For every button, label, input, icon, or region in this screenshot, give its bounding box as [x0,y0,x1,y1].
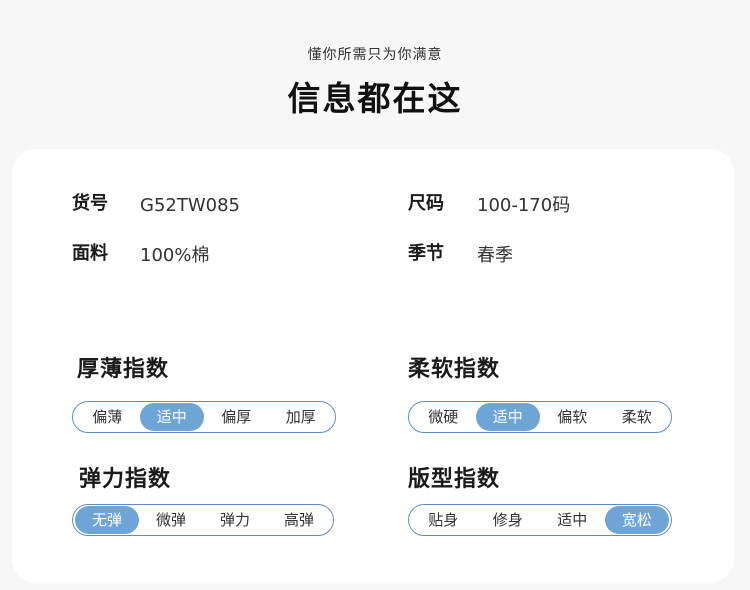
item-no-value: G52TW085 [140,195,241,216]
elasticity-option[interactable]: 无弹 [75,506,139,534]
fit-option[interactable]: 修身 [476,506,541,534]
elasticity-option[interactable]: 弹力 [203,506,267,534]
item-no-label: 货号 [72,193,108,214]
softness-option[interactable]: 适中 [475,403,540,431]
thickness-index-title: 厚薄指数 [77,357,170,382]
fit-option[interactable]: 适中 [540,506,605,534]
thickness-option[interactable]: 加厚 [269,403,334,431]
thickness-scale: 偏薄 适中 偏厚 加厚 [72,401,336,433]
season-label: 季节 [408,243,444,264]
fit-scale: 贴身 修身 适中 宽松 [408,504,672,536]
page-title: 信息都在这 [287,79,463,118]
softness-option[interactable]: 柔软 [605,403,670,431]
softness-scale: 微硬 适中 偏软 柔软 [408,401,672,433]
info-card: 货号 G52TW085 尺码 100-170码 面料 100%棉 季节 春季 厚… [12,149,734,583]
fit-option[interactable]: 宽松 [604,506,669,534]
thickness-option[interactable]: 偏厚 [204,403,269,431]
fit-option[interactable]: 贴身 [411,506,476,534]
thickness-option[interactable]: 适中 [139,403,204,431]
fit-index-title: 版型指数 [408,467,501,492]
softness-option[interactable]: 偏软 [540,403,605,431]
season-value: 春季 [477,245,513,266]
softness-option[interactable]: 微硬 [411,403,476,431]
header-subtitle: 懂你所需只为你满意 [307,47,443,63]
fabric-label: 面料 [72,243,108,264]
size-value: 100-170码 [477,195,571,216]
elasticity-scale: 无弹 微弹 弹力 高弹 [72,504,334,536]
elasticity-index-title: 弹力指数 [79,467,172,492]
elasticity-option[interactable]: 微弹 [139,506,203,534]
size-label: 尺码 [408,193,444,214]
fabric-value: 100%棉 [140,245,210,266]
elasticity-option[interactable]: 高弹 [267,506,331,534]
softness-index-title: 柔软指数 [408,357,501,382]
thickness-option[interactable]: 偏薄 [75,403,140,431]
